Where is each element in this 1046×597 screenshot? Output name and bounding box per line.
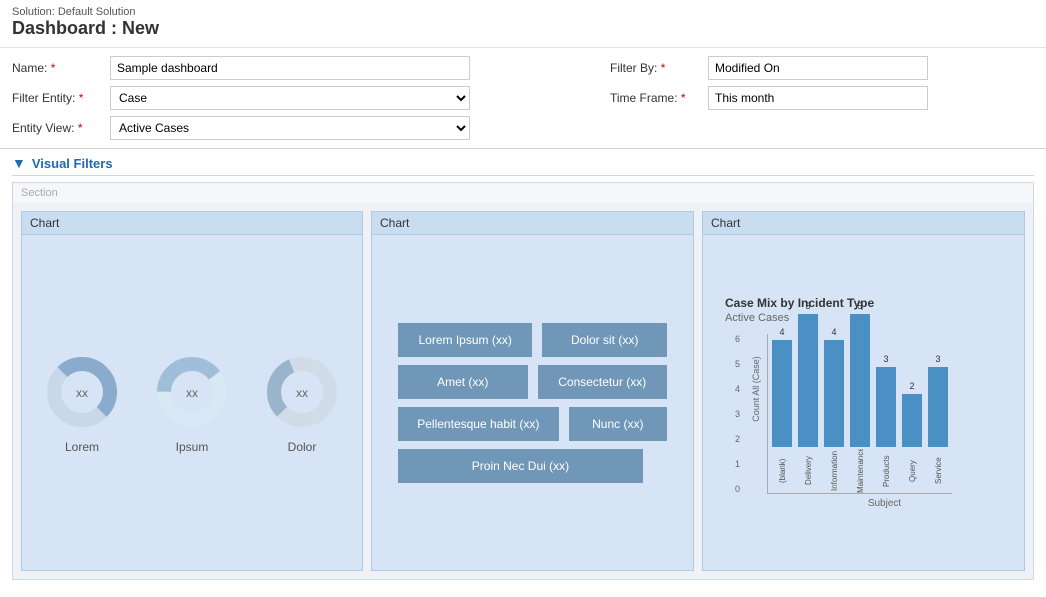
treemap-cell-4[interactable]: Pellentesque habit (xx)	[398, 407, 559, 441]
bar: 3	[876, 367, 896, 447]
chart-panel-2: Chart Lorem Ipsum (xx) Dolor sit (xx) Am…	[371, 211, 694, 571]
bar-group: 3Service	[928, 367, 948, 493]
donut-svg-2: xx	[152, 352, 232, 432]
bar-chart-container: Case Mix by Incident Type Active Cases C…	[713, 286, 1014, 519]
form-col-right: Filter By: * Time Frame: *	[610, 56, 928, 140]
treemap-cell-0[interactable]: Lorem Ipsum (xx)	[398, 323, 532, 357]
entity-view-select[interactable]: Active Cases	[110, 116, 470, 140]
y-axis-ticks: 6 5 4 3 2 1 0	[735, 334, 740, 494]
treemap-cell-3[interactable]: Consectetur (xx)	[538, 365, 668, 399]
bar: 2	[902, 394, 922, 447]
chart-2-content: Lorem Ipsum (xx) Dolor sit (xx) Amet (xx…	[372, 235, 693, 570]
treemap-container: Lorem Ipsum (xx) Dolor sit (xx) Amet (xx…	[382, 303, 683, 503]
chart-row: Chart xx Lorem	[13, 203, 1033, 579]
bar: 3	[928, 367, 948, 447]
time-frame-label: Time Frame: *	[610, 91, 700, 105]
filter-by-row: Filter By: *	[610, 56, 928, 80]
x-axis-label: Subject	[767, 498, 1002, 509]
treemap-row-2: Amet (xx) Consectetur (xx)	[398, 365, 667, 399]
collapse-icon[interactable]: ▼	[12, 155, 26, 171]
svg-text:xx: xx	[186, 386, 198, 400]
entity-view-label: Entity View: *	[12, 121, 102, 135]
time-frame-row: Time Frame: *	[610, 86, 928, 110]
treemap-row-1: Lorem Ipsum (xx) Dolor sit (xx)	[398, 323, 667, 357]
filter-entity-label: Filter Entity: *	[12, 91, 102, 105]
bar-chart-area: Count All (Case) 6 5 4 3 2 1	[725, 334, 1002, 509]
solution-label: Solution: Default Solution	[12, 6, 1034, 18]
bars-wrapper: 4(blank)5Delivery4Information5Maintenanc…	[767, 334, 952, 494]
header: Solution: Default Solution Dashboard : N…	[0, 0, 1046, 48]
treemap-cell-6[interactable]: Proin Nec Dui (xx)	[398, 449, 643, 483]
donut-label-2: Ipsum	[176, 440, 209, 454]
chart-3-header: Chart	[703, 212, 1024, 235]
donut-panel: xx Lorem xx Ipsu	[32, 332, 352, 474]
svg-text:xx: xx	[76, 386, 88, 400]
bar-group: 3Products	[876, 367, 896, 493]
bar-group: 5Maintenance	[850, 314, 870, 493]
chart-1-content: xx Lorem xx Ipsu	[22, 235, 362, 570]
bar-group: 4Information	[824, 340, 844, 493]
bar-group: 2Query	[902, 394, 922, 493]
bar-group: 5Delivery	[798, 314, 818, 493]
visual-filters-header: ▼ Visual Filters	[12, 155, 1034, 176]
chart-3-content: Case Mix by Incident Type Active Cases C…	[703, 235, 1024, 570]
donut-svg-1: xx	[42, 352, 122, 432]
donut-item-2: xx Ipsum	[152, 352, 232, 454]
treemap-cell-2[interactable]: Amet (xx)	[398, 365, 528, 399]
name-row: Name: *	[12, 56, 470, 80]
bars-area: 6 5 4 3 2 1 0 4(blank)5De	[767, 334, 1002, 494]
chart-panel-3: Chart Case Mix by Incident Type Active C…	[702, 211, 1025, 571]
filter-entity-select[interactable]: Case	[110, 86, 470, 110]
donut-item-1: xx Lorem	[42, 352, 122, 454]
time-frame-input[interactable]	[708, 86, 928, 110]
donut-label-1: Lorem	[65, 440, 99, 454]
filter-by-input[interactable]	[708, 56, 928, 80]
section-row-label: Section	[13, 183, 1033, 203]
name-label: Name: *	[12, 61, 102, 75]
svg-text:xx: xx	[296, 386, 308, 400]
bar: 4	[772, 340, 792, 447]
dashboard-title: Dashboard : New	[12, 18, 1034, 39]
y-axis-label: Count All (Case)	[751, 356, 761, 422]
bar-group: 4(blank)	[772, 340, 792, 493]
treemap-cell-5[interactable]: Nunc (xx)	[569, 407, 667, 441]
treemap-row-4: Proin Nec Dui (xx)	[398, 449, 667, 483]
donut-label-3: Dolor	[288, 440, 317, 454]
form-area: Name: * Filter Entity: * Case Entity Vie…	[0, 48, 1046, 149]
chart-2-header: Chart	[372, 212, 693, 235]
filter-by-label: Filter By: *	[610, 61, 700, 75]
chart-panel-1: Chart xx Lorem	[21, 211, 363, 571]
donut-svg-3: xx	[262, 352, 342, 432]
entity-view-row: Entity View: * Active Cases	[12, 116, 470, 140]
name-input[interactable]	[110, 56, 470, 80]
visual-filters-section: ▼ Visual Filters Section Chart	[0, 149, 1046, 586]
form-col-left: Name: * Filter Entity: * Case Entity Vie…	[12, 56, 470, 140]
donut-item-3: xx Dolor	[262, 352, 342, 454]
donut-row: xx Lorem xx Ipsu	[42, 352, 342, 454]
bar: 5	[850, 314, 870, 447]
chart-grid: Section Chart xx	[12, 182, 1034, 580]
bar: 5	[798, 314, 818, 447]
chart-1-header: Chart	[22, 212, 362, 235]
visual-filters-title: Visual Filters	[32, 156, 113, 171]
filter-entity-row: Filter Entity: * Case	[12, 86, 470, 110]
bar: 4	[824, 340, 844, 447]
treemap-row-3: Pellentesque habit (xx) Nunc (xx)	[398, 407, 667, 441]
treemap-cell-1[interactable]: Dolor sit (xx)	[542, 323, 667, 357]
